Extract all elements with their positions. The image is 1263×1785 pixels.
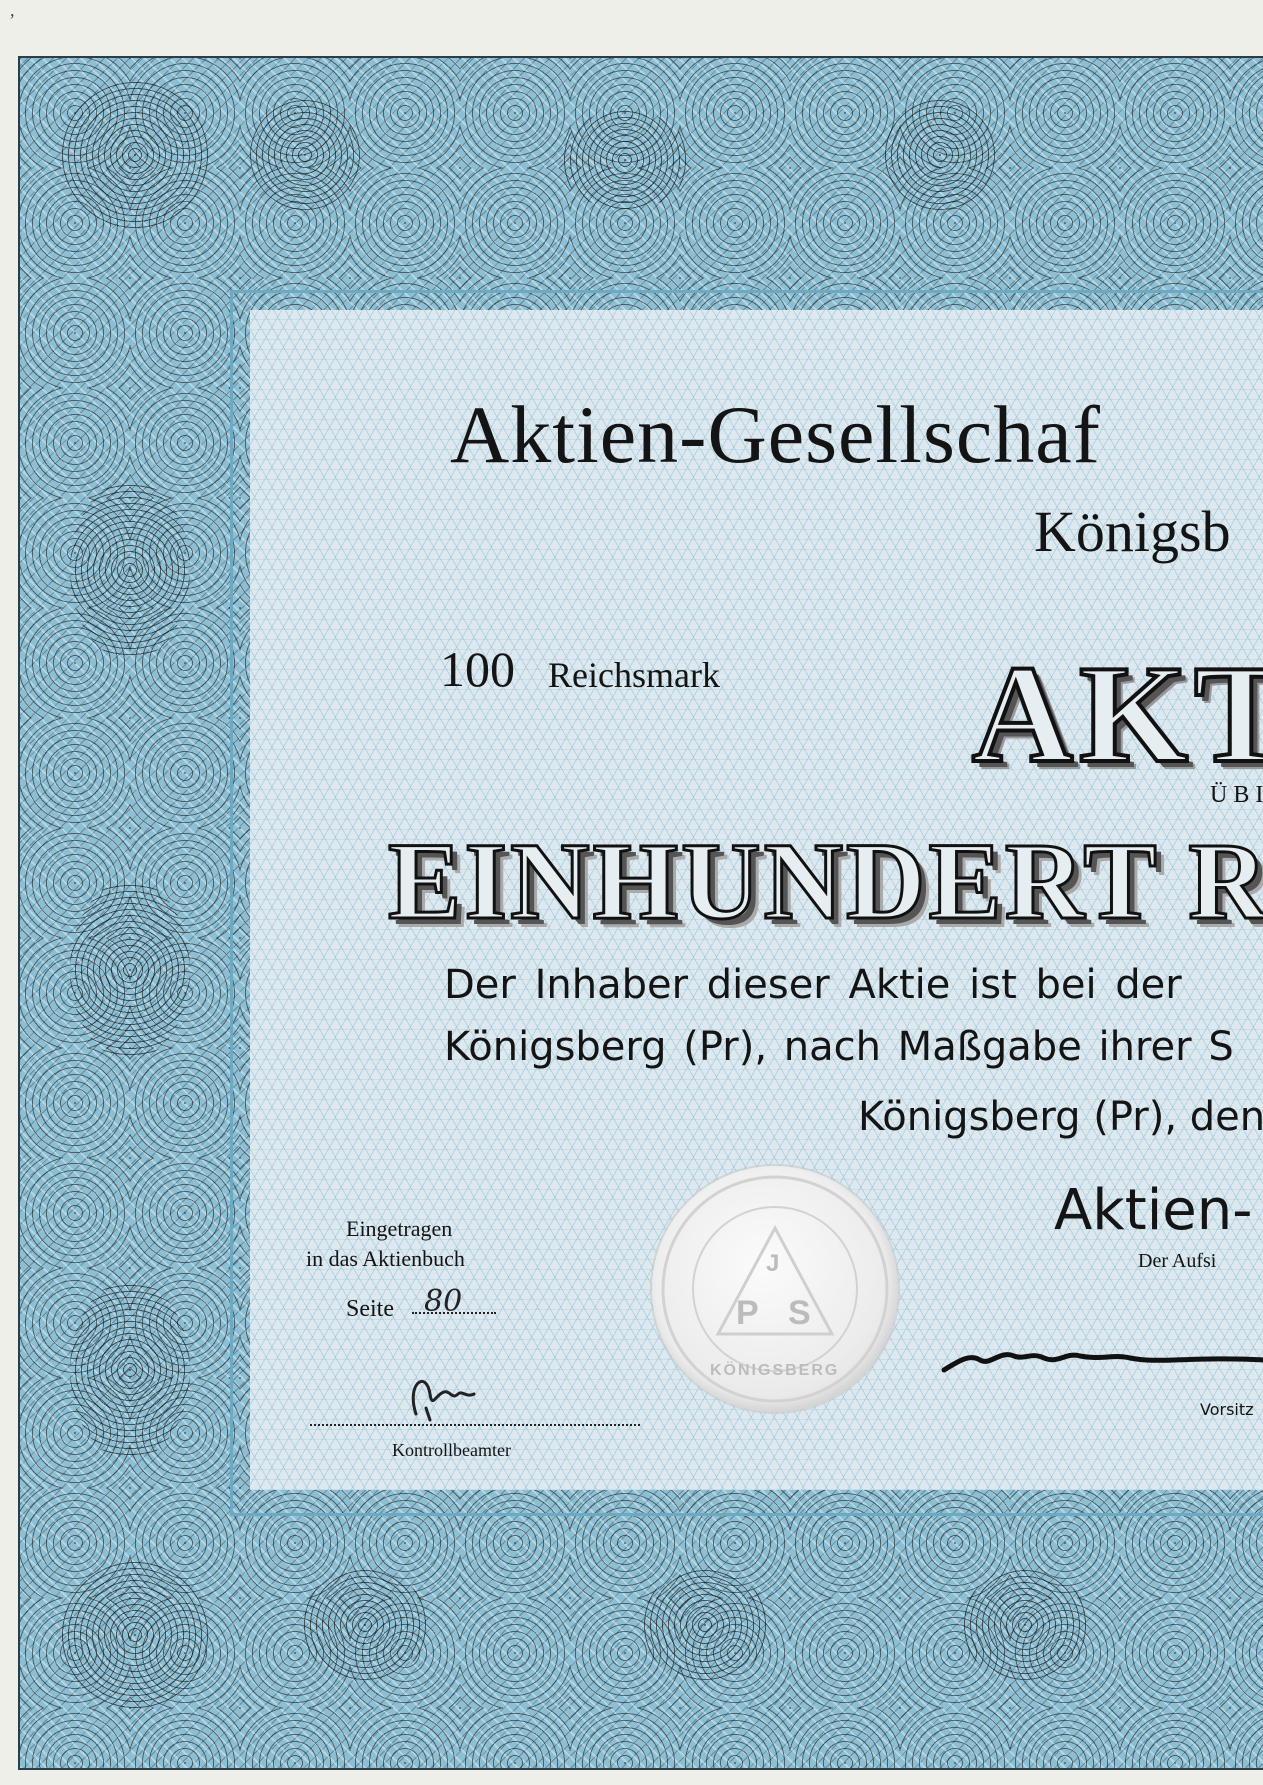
board-company-name: Aktien- (1054, 1178, 1253, 1243)
seal-city: KÖNIGSBERG (710, 1362, 840, 1379)
controller-dotted-line (310, 1424, 640, 1426)
seal-initial-left: P (736, 1294, 759, 1332)
border-rosette (960, 1570, 1090, 1680)
corner-rosette-top-left (60, 80, 210, 230)
registry-page-label: Seite (346, 1296, 394, 1322)
company-title: Aktien-Gesellschaf (450, 389, 1101, 480)
company-city: Königsb (1034, 499, 1231, 564)
certificate-heading: AKT (970, 635, 1263, 794)
registry-line-1: Eingetragen (346, 1216, 453, 1241)
body-text-line-1: Der Inhaber dieser Aktie ist bei der (444, 962, 1182, 1008)
seal-initial-top: J (766, 1250, 780, 1277)
seal-initial-right: S (788, 1294, 811, 1332)
border-rosette (250, 100, 360, 210)
amount-in-words: EINHUNDERT R (387, 819, 1263, 944)
board-role-label: Vorsitz (1200, 1400, 1254, 1419)
border-rosette (640, 1570, 770, 1680)
border-rosette (300, 1570, 430, 1680)
chairman-signature (941, 1352, 1263, 1373)
corner-rosette-bottom-left (60, 1560, 210, 1710)
registry-page-number: 80 (424, 1284, 463, 1319)
border-rosette (880, 100, 1000, 210)
amount-unit: Reichsmark (548, 655, 720, 695)
border-rosette (70, 1280, 190, 1460)
over-label: ÜBI (1210, 782, 1263, 808)
page-corner-mark: , (10, 0, 15, 20)
body-text-line-2: Königsberg (Pr), nach Maßgabe ihrer S (444, 1024, 1234, 1070)
border-rosette (70, 480, 190, 660)
controller-signature (411, 1380, 476, 1422)
registry-line-2: in das Aktienbuch (306, 1246, 465, 1271)
place-date-line: Königsberg (Pr), den (858, 1094, 1263, 1140)
embossed-seal: J P S KÖNIGSBERG (652, 1166, 898, 1412)
controller-label: Kontrollbeamter (392, 1440, 511, 1460)
supervisory-board-label: Der Aufsi (1138, 1250, 1217, 1272)
border-rosette (70, 880, 190, 1060)
amount-number: 100 (440, 641, 515, 697)
border-rosette (560, 110, 690, 210)
